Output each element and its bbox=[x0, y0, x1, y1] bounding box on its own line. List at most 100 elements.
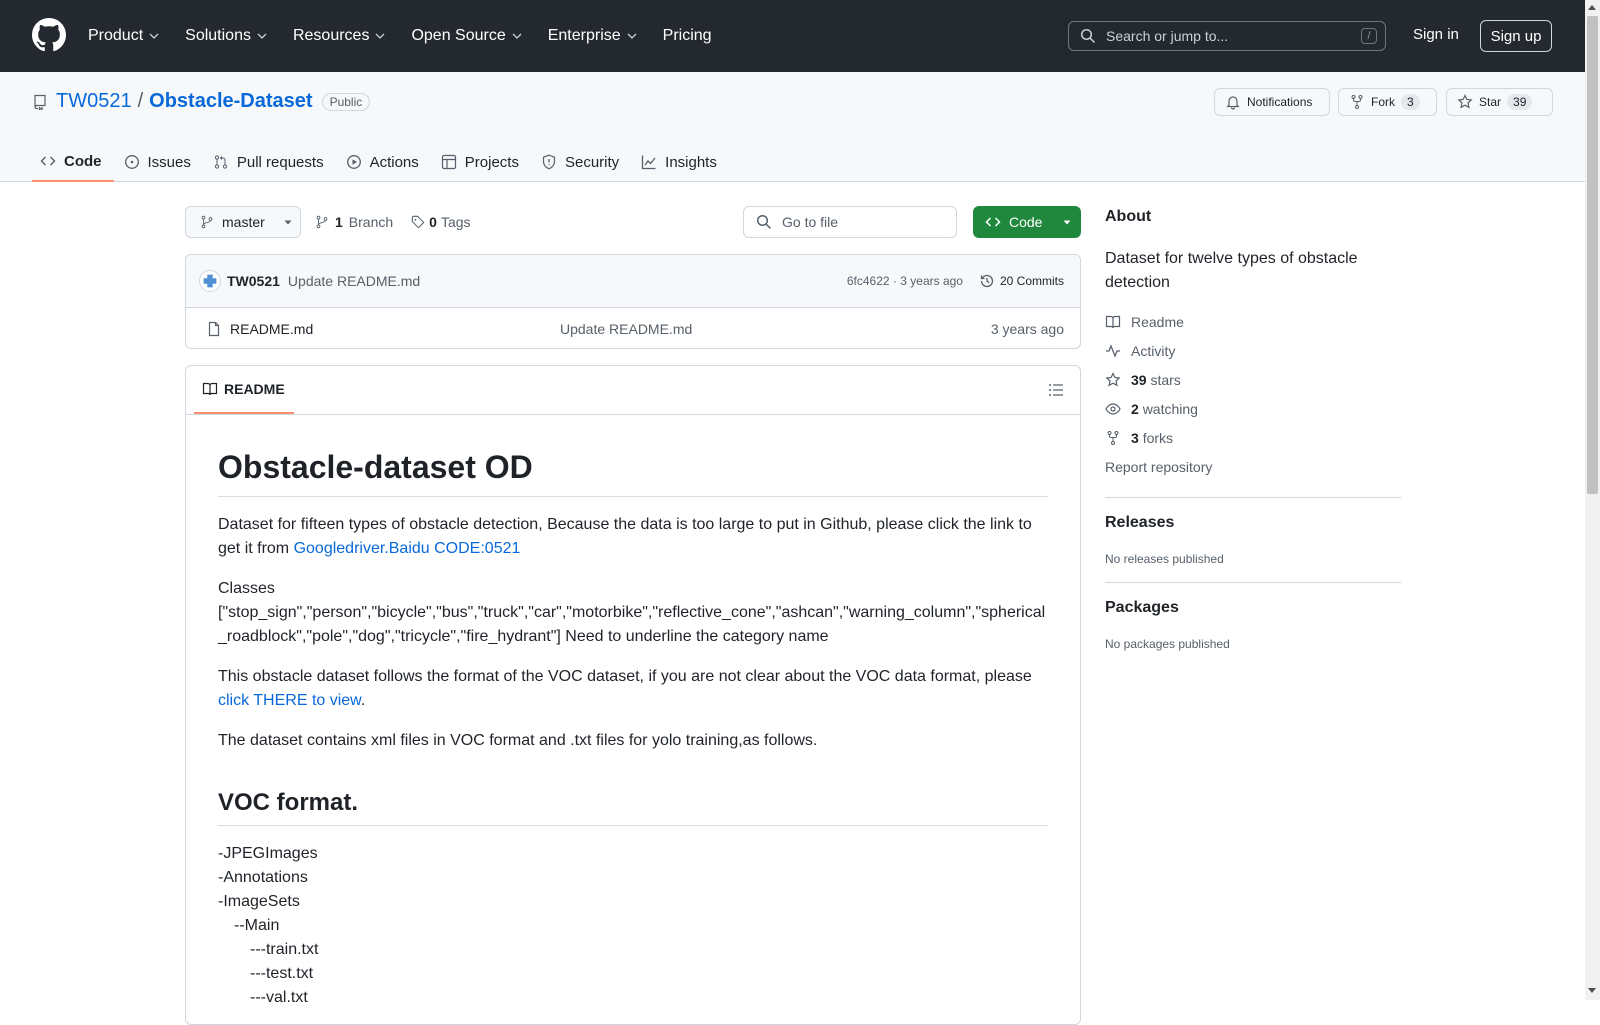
scroll-down-arrow-icon[interactable] bbox=[1588, 988, 1596, 993]
search-icon bbox=[756, 214, 772, 230]
nav-open-source[interactable]: Open Source bbox=[411, 27, 531, 45]
avatar[interactable] bbox=[199, 270, 221, 292]
tab-issues-label: Issues bbox=[147, 153, 191, 171]
activity-link[interactable]: Activity bbox=[1105, 336, 1401, 365]
forks-link[interactable]: 3 forks bbox=[1105, 423, 1401, 452]
commit-hash[interactable]: 6fc4622 bbox=[847, 274, 890, 288]
star-count: 39 bbox=[1507, 94, 1533, 110]
repo-name-link[interactable]: Obstacle-Dataset bbox=[149, 90, 312, 113]
readme-tab[interactable]: README bbox=[194, 366, 294, 414]
pulse-icon bbox=[1106, 343, 1120, 358]
star-icon bbox=[1105, 371, 1121, 386]
readme-contents-note: The dataset contains xml files in VOC fo… bbox=[218, 732, 818, 749]
nav-pricing[interactable]: Pricing bbox=[663, 27, 722, 45]
search-placeholder: Search or jump to... bbox=[1106, 28, 1229, 44]
readme-link[interactable]: Readme bbox=[1105, 307, 1401, 336]
graph-icon bbox=[642, 155, 656, 170]
go-to-file-input[interactable]: Go to file bbox=[743, 206, 957, 238]
repo-header: TW0521 / Obstacle-Dataset Public Notific… bbox=[0, 72, 1585, 182]
tab-insights[interactable]: Insights bbox=[633, 142, 729, 182]
code-button-label: Code bbox=[1009, 214, 1043, 230]
nav-solutions-label: Solutions bbox=[185, 27, 251, 44]
branch-count: 1 bbox=[335, 214, 343, 230]
eye-icon bbox=[1105, 402, 1121, 415]
file-row[interactable]: README.md Update README.md 3 years ago bbox=[186, 308, 1080, 348]
code-icon bbox=[985, 217, 1001, 227]
book-icon bbox=[202, 382, 218, 396]
releases-heading[interactable]: Releases bbox=[1105, 514, 1401, 532]
scrollbar-thumb[interactable] bbox=[1587, 16, 1598, 494]
tag-icon bbox=[411, 215, 425, 229]
scroll-up-arrow-icon[interactable] bbox=[1588, 5, 1596, 10]
issue-icon bbox=[124, 155, 139, 169]
commit-message[interactable]: Update README.md bbox=[288, 273, 420, 289]
repo-tabs: Code Issues Pull requests Actions Projec… bbox=[32, 142, 731, 182]
forks-text: 3 forks bbox=[1131, 430, 1173, 446]
stars-link[interactable]: 39 stars bbox=[1105, 365, 1401, 394]
repo-title: TW0521 / Obstacle-Dataset Public bbox=[32, 90, 371, 113]
tab-security[interactable]: Security bbox=[533, 142, 631, 182]
tree-line: ---val.txt bbox=[250, 989, 308, 1006]
fork-button[interactable]: Fork 3 bbox=[1338, 88, 1437, 116]
readme-link-label: Readme bbox=[1131, 313, 1184, 330]
tags-link[interactable]: 0 Tags bbox=[411, 214, 471, 230]
repo-icon bbox=[34, 94, 46, 110]
nav-product[interactable]: Product bbox=[88, 27, 169, 45]
branches-link[interactable]: 1 Branch bbox=[315, 214, 393, 230]
tab-insights-label: Insights bbox=[665, 153, 717, 171]
table-of-contents-icon[interactable] bbox=[1048, 382, 1064, 398]
readme-tab-label: README bbox=[224, 381, 285, 397]
table-icon bbox=[441, 154, 456, 170]
github-logo-icon[interactable] bbox=[32, 18, 66, 52]
notifications-button[interactable]: Notifications bbox=[1214, 88, 1330, 116]
report-repository-link[interactable]: Report repository bbox=[1105, 452, 1401, 481]
voc-folder-tree: -JPEGImages -Annotations -ImageSets --Ma… bbox=[218, 842, 1048, 1010]
nav-resources[interactable]: Resources bbox=[293, 27, 395, 45]
history-icon bbox=[980, 274, 994, 288]
voc-format-link[interactable]: click THERE to view bbox=[218, 692, 361, 709]
nav-pricing-label: Pricing bbox=[662, 27, 712, 44]
commits-history-link[interactable]: 20 Commits bbox=[979, 273, 1064, 289]
tag-count: 0 bbox=[429, 214, 437, 230]
branch-select-button[interactable]: master bbox=[185, 206, 301, 238]
go-to-file-placeholder: Go to file bbox=[782, 214, 839, 230]
search-input[interactable]: Search or jump to... / bbox=[1068, 21, 1386, 51]
repo-owner-link[interactable]: TW0521 bbox=[56, 90, 132, 113]
nav-solutions[interactable]: Solutions bbox=[185, 27, 277, 45]
voc-format-heading: VOC format. bbox=[218, 789, 1048, 826]
readme-content: Obstacle-dataset OD Dataset for fifteen … bbox=[186, 449, 1080, 1010]
watching-link[interactable]: 2 watching bbox=[1105, 394, 1401, 423]
latest-commit-row: TW0521 Update README.md 6fc4622 · 3 year… bbox=[186, 255, 1080, 308]
code-icon bbox=[40, 156, 56, 166]
nav-enterprise[interactable]: Enterprise bbox=[548, 27, 647, 45]
file-browser: TW0521 Update README.md 6fc4622 · 3 year… bbox=[185, 254, 1081, 349]
sign-in-link[interactable]: Sign in bbox=[1413, 26, 1459, 43]
fork-label: Fork bbox=[1371, 95, 1395, 109]
baidu-link[interactable]: Baidu CODE:0521 bbox=[389, 540, 521, 557]
tab-actions[interactable]: Actions bbox=[338, 142, 431, 182]
page-scrollbar[interactable] bbox=[1585, 0, 1600, 1000]
file-name-link[interactable]: README.md bbox=[230, 321, 313, 337]
branch-name: master bbox=[222, 214, 265, 230]
fork-icon bbox=[1351, 95, 1363, 109]
tree-line: ---test.txt bbox=[250, 965, 314, 982]
tab-pull-requests[interactable]: Pull requests bbox=[205, 142, 336, 182]
readme-title: Obstacle-dataset OD bbox=[218, 449, 1048, 497]
about-heading: About bbox=[1105, 208, 1152, 225]
releases-empty: No releases published bbox=[1105, 552, 1224, 566]
classes-heading: Classes bbox=[218, 580, 275, 597]
tab-projects[interactable]: Projects bbox=[433, 142, 531, 182]
sign-up-button[interactable]: Sign up bbox=[1480, 20, 1552, 52]
googledrive-link[interactable]: Googledriver bbox=[294, 540, 385, 557]
fork-count: 3 bbox=[1401, 94, 1420, 110]
activity-link-label: Activity bbox=[1131, 342, 1176, 359]
file-commit-message[interactable]: Update README.md bbox=[560, 321, 692, 337]
code-dropdown-button[interactable]: Code bbox=[973, 206, 1081, 238]
tab-code[interactable]: Code bbox=[32, 142, 114, 182]
readme-classes: Classes ["stop_sign","person","bicycle","… bbox=[218, 577, 1048, 649]
star-button[interactable]: Star 39 bbox=[1446, 88, 1553, 116]
tree-line: -ImageSets bbox=[218, 893, 300, 910]
tab-issues[interactable]: Issues bbox=[116, 142, 203, 182]
packages-heading[interactable]: Packages bbox=[1105, 599, 1401, 617]
commit-author[interactable]: TW0521 bbox=[227, 273, 280, 289]
